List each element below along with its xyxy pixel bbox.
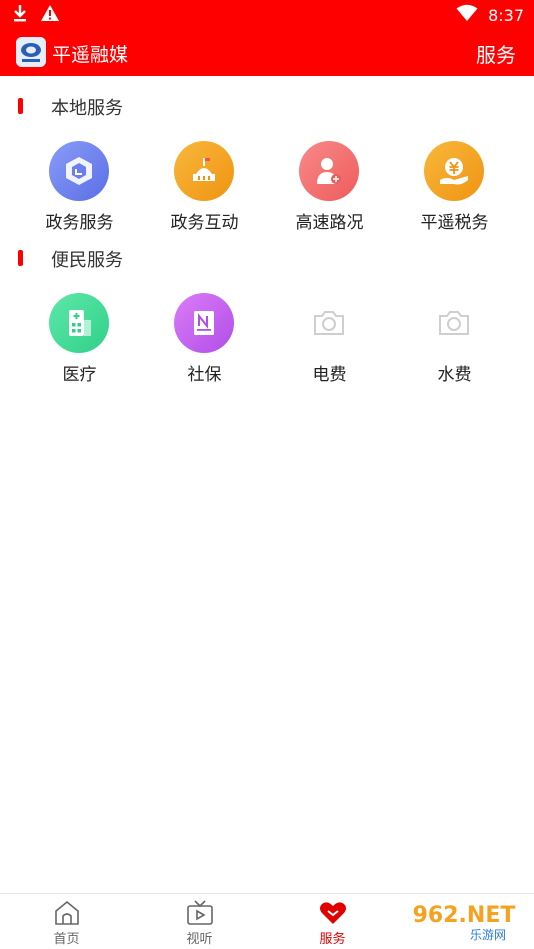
- tab-label: 首页: [53, 932, 80, 947]
- wifi-icon: [456, 4, 478, 26]
- app-header: 平遥融媒 服务: [0, 30, 534, 76]
- section-convenience-services: 便民服务: [0, 246, 534, 272]
- government-interaction-icon: [174, 141, 234, 201]
- local-services-grid: 政务服务 政务互动 高速路况 平遥税务: [0, 141, 534, 241]
- tv-icon: [186, 900, 214, 926]
- section-marker: [18, 98, 23, 114]
- watermark-text: 962.NET: [413, 903, 516, 928]
- app-logo-icon: [16, 37, 46, 67]
- status-time: 8:37: [488, 5, 524, 25]
- download-icon: [12, 4, 28, 26]
- service-label: 水费: [437, 365, 472, 385]
- service-label: 社保: [187, 365, 222, 385]
- service-item-electricity[interactable]: 电费: [267, 293, 392, 393]
- page-title: 服务: [476, 43, 516, 67]
- government-service-icon: [49, 141, 109, 201]
- service-label: 医疗: [62, 365, 97, 385]
- watermark-logo: 962.NET 乐游网: [398, 897, 530, 945]
- social-security-icon: [174, 293, 234, 353]
- tab-service[interactable]: 服务: [266, 900, 399, 949]
- service-item-tax[interactable]: 平遥税务: [392, 141, 517, 241]
- service-item-government-service[interactable]: 政务服务: [17, 141, 142, 241]
- service-item-highway-status[interactable]: 高速路况: [267, 141, 392, 241]
- camera-placeholder-icon: [299, 293, 359, 353]
- section-title: 便民服务: [51, 250, 123, 271]
- service-item-social-security[interactable]: 社保: [142, 293, 267, 393]
- section-title: 本地服务: [51, 98, 123, 119]
- home-icon: [53, 900, 81, 926]
- warning-icon: [40, 4, 60, 26]
- service-item-water[interactable]: 水费: [392, 293, 517, 393]
- tab-video[interactable]: 视听: [133, 900, 266, 949]
- service-label: 政务互动: [170, 213, 239, 233]
- service-label: 电费: [312, 365, 347, 385]
- section-local-services: 本地服务: [0, 94, 534, 120]
- tab-home[interactable]: 首页: [0, 900, 133, 949]
- service-item-government-interaction[interactable]: 政务互动: [142, 141, 267, 241]
- convenience-services-grid: 医疗 社保 电费 水费: [0, 293, 534, 393]
- status-bar: 8:37: [0, 0, 534, 30]
- service-label: 高速路况: [295, 213, 364, 233]
- tab-label: 服务: [319, 932, 346, 947]
- medical-icon: [49, 293, 109, 353]
- highway-status-icon: [299, 141, 359, 201]
- heart-icon: [319, 900, 347, 926]
- tax-icon: [424, 141, 484, 201]
- service-label: 平遥税务: [420, 213, 489, 233]
- tab-label: 视听: [186, 932, 213, 947]
- section-marker: [18, 250, 23, 266]
- service-item-medical[interactable]: 医疗: [17, 293, 142, 393]
- service-label: 政务服务: [45, 213, 114, 233]
- camera-placeholder-icon: [424, 293, 484, 353]
- watermark-subtext: 乐游网: [470, 928, 506, 942]
- app-title: 平遥融媒: [52, 44, 129, 66]
